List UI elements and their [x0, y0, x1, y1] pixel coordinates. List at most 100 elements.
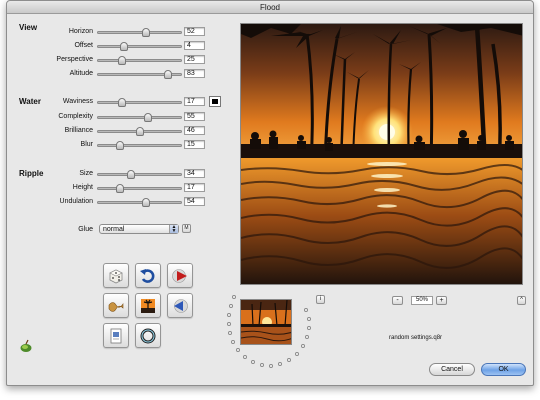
thumbnail-preview-image	[241, 300, 291, 344]
perspective-field[interactable]: 25	[184, 55, 205, 64]
preset-dot[interactable]	[232, 295, 236, 299]
blur-label: Blur	[80, 141, 93, 148]
offset-label: Offset	[74, 42, 93, 49]
altitude-label: Altitude	[69, 70, 93, 77]
preset-dot[interactable]	[243, 355, 247, 359]
size-label: Size	[79, 170, 93, 177]
preset-dot[interactable]	[287, 358, 291, 362]
height-slider[interactable]	[97, 184, 182, 193]
complexity-field[interactable]: 55	[184, 112, 205, 121]
waviness-field[interactable]: 17	[184, 97, 205, 106]
undo-arrow-icon	[140, 269, 155, 283]
info-button[interactable]: i	[316, 295, 325, 304]
perspective-label: Perspective	[56, 56, 93, 63]
document-button[interactable]	[103, 323, 129, 348]
preset-dot[interactable]	[307, 317, 311, 321]
preset-dot[interactable]	[269, 364, 273, 368]
glue-mode-button[interactable]: M	[182, 224, 191, 233]
preset-dot[interactable]	[304, 308, 308, 312]
preset-dot[interactable]	[295, 352, 299, 356]
undo-button[interactable]	[135, 263, 161, 288]
collapse-button[interactable]: ^	[517, 296, 526, 305]
horizon-slider-knob[interactable]	[142, 28, 150, 37]
preset-dot[interactable]	[228, 331, 232, 335]
glue-label: Glue	[78, 226, 93, 233]
complexity-label: Complexity	[58, 113, 93, 120]
complexity-slider[interactable]	[97, 113, 182, 122]
play-forward-icon	[172, 269, 187, 283]
water-color-well[interactable]	[209, 96, 221, 107]
size-field[interactable]: 34	[184, 169, 205, 178]
preset-dot[interactable]	[231, 340, 235, 344]
altitude-slider-knob[interactable]	[164, 70, 172, 79]
waviness-label: Waviness	[62, 98, 93, 105]
preset-dot[interactable]	[278, 362, 282, 366]
undulation-slider[interactable]	[97, 198, 182, 207]
waviness-slider[interactable]	[97, 98, 182, 107]
perspective-slider-knob[interactable]	[118, 56, 126, 65]
preview-image[interactable]	[240, 23, 523, 285]
preset-dot[interactable]	[260, 363, 264, 367]
perspective-slider[interactable]	[97, 56, 182, 65]
random-dice-icon	[109, 269, 123, 284]
ring-icon	[140, 328, 156, 344]
preset-dot[interactable]	[305, 335, 309, 339]
flaming-pear-logo-icon	[20, 339, 32, 352]
play-back-button[interactable]	[167, 293, 193, 318]
brilliance-slider-knob[interactable]	[136, 127, 144, 136]
undulation-label: Undulation	[59, 198, 93, 205]
photo-palm-icon	[141, 299, 155, 313]
height-field[interactable]: 17	[184, 183, 205, 192]
ok-button[interactable]: OK	[481, 363, 526, 376]
offset-slider[interactable]	[97, 42, 182, 51]
random-button[interactable]	[103, 263, 129, 288]
settings-thumbnail[interactable]	[240, 299, 292, 345]
play-back-icon	[174, 299, 188, 313]
preset-dot[interactable]	[229, 304, 233, 308]
height-label: Height	[72, 184, 93, 191]
blur-slider[interactable]	[97, 141, 182, 150]
size-slider-knob[interactable]	[127, 170, 135, 179]
undulation-slider-knob[interactable]	[142, 198, 150, 207]
height-slider-knob[interactable]	[116, 184, 124, 193]
preset-dot[interactable]	[227, 313, 231, 317]
water-color-swatch	[212, 99, 218, 104]
preset-dot[interactable]	[301, 344, 305, 348]
chevron-updown-icon: ▲ ▼	[169, 225, 178, 234]
glue-select[interactable]: normal ▲ ▼	[99, 224, 179, 234]
horizon-field[interactable]: 52	[184, 27, 205, 36]
preset-dot[interactable]	[307, 326, 311, 330]
window-title: Flood	[7, 1, 533, 14]
zoom-out-button[interactable]: -	[392, 296, 403, 305]
settings-filename: random settings.q8r	[389, 335, 443, 341]
brilliance-field[interactable]: 46	[184, 126, 205, 135]
document-icon	[110, 328, 122, 344]
flood-dialog: Flood View Horizon 52 Offset 4 Perspecti…	[6, 0, 534, 386]
wave-preset-button[interactable]	[103, 293, 129, 318]
blur-slider-knob[interactable]	[116, 141, 124, 150]
altitude-slider[interactable]	[97, 70, 182, 79]
undulation-field[interactable]: 54	[184, 197, 205, 206]
wave-preset-icon	[108, 302, 124, 312]
ring-button[interactable]	[135, 323, 161, 348]
cancel-button[interactable]: Cancel	[429, 363, 475, 376]
preset-dot[interactable]	[227, 322, 231, 326]
preset-dot[interactable]	[236, 348, 240, 352]
offset-slider-knob[interactable]	[120, 42, 128, 51]
offset-field[interactable]: 4	[184, 41, 205, 50]
brilliance-slider[interactable]	[97, 127, 182, 136]
horizon-slider[interactable]	[97, 28, 182, 37]
photo-preset-button[interactable]	[135, 293, 161, 318]
glue-select-value: normal	[103, 226, 125, 233]
play-forward-button[interactable]	[167, 263, 193, 288]
blur-field[interactable]: 15	[184, 140, 205, 149]
preset-dot[interactable]	[251, 360, 255, 364]
altitude-field[interactable]: 83	[184, 69, 205, 78]
waviness-slider-knob[interactable]	[118, 98, 126, 107]
size-slider[interactable]	[97, 170, 182, 179]
complexity-slider-knob[interactable]	[144, 113, 152, 122]
brilliance-label: Brilliance	[64, 127, 93, 134]
zoom-level-field[interactable]: 50%	[411, 296, 433, 305]
horizon-label: Horizon	[68, 28, 93, 35]
zoom-in-button[interactable]: +	[436, 296, 447, 305]
